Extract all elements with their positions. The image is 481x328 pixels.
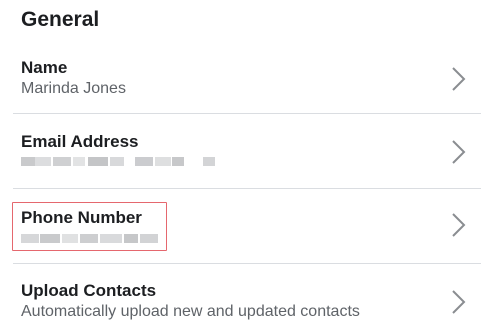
chevron-right-icon (452, 67, 466, 91)
upload-contacts-label: Upload Contacts (21, 281, 157, 300)
email-address-label: Email Address (21, 132, 139, 151)
upload-contacts-row[interactable]: Upload Contacts Automatically upload new… (0, 264, 481, 328)
chevron-right-icon (452, 140, 466, 164)
phone-number-highlight (12, 202, 167, 251)
chevron-right-icon (452, 290, 466, 314)
name-label: Name (21, 58, 68, 77)
chevron-right-icon (452, 213, 466, 237)
name-value: Marinda Jones (21, 80, 126, 97)
section-title: General (21, 8, 100, 31)
upload-contacts-description: Automatically upload new and updated con… (21, 303, 360, 320)
email-address-row[interactable]: Email Address (0, 114, 481, 188)
name-row[interactable]: Name Marinda Jones (0, 56, 481, 112)
